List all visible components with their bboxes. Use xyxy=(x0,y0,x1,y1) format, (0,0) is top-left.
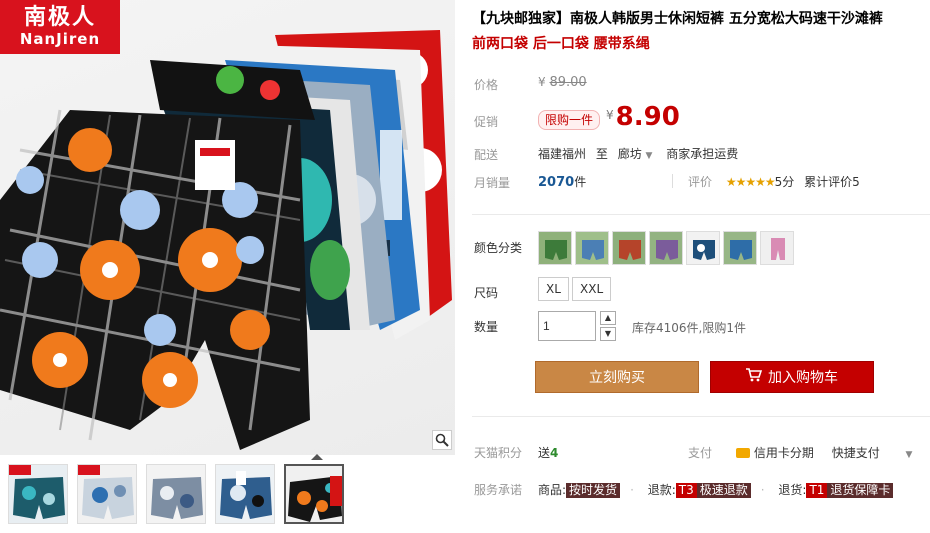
rating-label: 评价 xyxy=(688,175,713,189)
section-divider xyxy=(472,214,930,215)
monthly-sales: 2070件 xyxy=(538,173,586,190)
refund-tier-badge: T3 xyxy=(675,483,697,498)
add-to-cart-button[interactable]: 加入购物车 xyxy=(710,361,874,393)
add-to-cart-label: 加入购物车 xyxy=(768,370,838,386)
star-rating-icon: ★★★★★ xyxy=(725,175,776,189)
sales-label: 月销量 xyxy=(474,176,511,190)
goods-label: 商品: xyxy=(538,483,567,497)
points-info: 送4 xyxy=(538,444,558,461)
fast-refund-tag[interactable]: 极速退款 xyxy=(696,483,751,498)
thumbnail-4[interactable] xyxy=(215,464,275,524)
payment-label: 支付 xyxy=(688,446,713,460)
color-option-5[interactable] xyxy=(686,231,720,265)
refund-label: 退款: xyxy=(647,483,676,497)
shorts-illustration xyxy=(0,30,452,450)
points-text: 送 xyxy=(538,446,551,460)
total-reviews-label: 累计评价 xyxy=(804,175,853,189)
thumbnail-1[interactable] xyxy=(8,464,68,524)
credit-installment[interactable]: 信用卡分期 xyxy=(754,446,814,460)
color-option-1[interactable] xyxy=(538,231,572,265)
color-label: 颜色分类 xyxy=(474,241,523,255)
total-reviews-link[interactable]: 累计评价5 xyxy=(804,175,860,189)
shipping-fee: 商家承担运费 xyxy=(666,147,739,161)
thumbnail-strip xyxy=(0,460,455,530)
return-label: 退货: xyxy=(778,483,807,497)
quantity-decrease-button[interactable]: ▼ xyxy=(600,327,616,341)
thumbnail-5[interactable] xyxy=(284,464,344,524)
stock-info: 库存4106件,限购1件 xyxy=(632,321,746,335)
promo-price: ¥8.90 xyxy=(606,102,680,132)
shipping-info: 福建福州 至 廊坊 ▼ 商家承担运费 xyxy=(538,145,738,162)
original-price-value: 89.00 xyxy=(549,75,587,90)
chevron-down-icon[interactable]: ▼ xyxy=(646,151,653,161)
thumbnail-2[interactable] xyxy=(77,464,137,524)
buy-now-button[interactable]: 立刻购买 xyxy=(535,361,699,393)
logo-text-cn: 南极人 xyxy=(23,5,96,30)
section-divider xyxy=(472,416,930,417)
service-promises: 商品: 按时发货 · 退款: T3 极速退款 · 退货: T1 退货保障卡 xyxy=(538,481,894,498)
size-label: 尺码 xyxy=(474,286,499,300)
quantity-increase-button[interactable]: ▲ xyxy=(600,311,616,325)
buy-now-label: 立刻购买 xyxy=(589,370,645,386)
logo-text-en: NanJiren xyxy=(19,30,101,48)
price-label: 价格 xyxy=(474,78,499,92)
quantity-input[interactable] xyxy=(538,311,596,341)
points-label: 天猫积分 xyxy=(474,446,523,460)
total-reviews-count: 5 xyxy=(852,175,860,189)
brand-logo: 南极人 NanJiren xyxy=(0,0,120,54)
product-info: 【九块邮独家】南极人韩版男士休闲短裤 五分宽松大码速干沙滩裤 前两口袋 后一口袋… xyxy=(472,0,930,533)
quantity-label: 数量 xyxy=(474,320,499,334)
color-option-4[interactable] xyxy=(649,231,683,265)
rating-score: 5分 xyxy=(774,175,795,189)
sales-count: 2070 xyxy=(538,175,575,190)
original-price: ¥ 89.00 xyxy=(538,75,587,90)
promise-label: 服务承诺 xyxy=(474,483,523,497)
rating-summary: 评价 ★★★★★5分 累计评价5 xyxy=(688,173,860,190)
promo-label: 促销 xyxy=(474,115,499,129)
chevron-down-icon[interactable]: ▼ xyxy=(906,450,913,460)
promo-currency-symbol: ¥ xyxy=(606,108,614,122)
separator-dot: · xyxy=(630,483,634,497)
size-option-xxl[interactable]: XXL xyxy=(572,277,612,301)
thumbnail-3[interactable] xyxy=(146,464,206,524)
product-gallery: 南极人 NanJiren xyxy=(0,0,455,533)
color-option-6[interactable] xyxy=(723,231,757,265)
shipping-label: 配送 xyxy=(474,148,499,162)
credit-card-icon xyxy=(735,448,750,458)
return-tier-badge: T1 xyxy=(806,483,828,498)
main-product-image[interactable]: 南极人 NanJiren xyxy=(0,0,455,455)
color-options xyxy=(538,231,797,265)
size-option-xl[interactable]: XL xyxy=(538,277,569,301)
points-value: 4 xyxy=(550,446,559,460)
cart-icon xyxy=(746,368,763,386)
product-title: 【九块邮独家】南极人韩版男士休闲短裤 五分宽松大码速干沙滩裤 xyxy=(472,11,883,27)
currency-symbol: ¥ xyxy=(538,75,546,89)
ship-from: 福建福州 xyxy=(538,147,587,161)
on-time-shipping-tag[interactable]: 按时发货 xyxy=(566,483,621,498)
promo-price-value: 8.90 xyxy=(615,102,680,132)
purchase-limit-badge: 限购一件 xyxy=(538,110,601,130)
quick-pay[interactable]: 快捷支付 xyxy=(832,446,880,460)
magnifier-icon[interactable] xyxy=(432,430,452,450)
ship-destination-select[interactable]: 廊坊 xyxy=(618,147,642,161)
color-option-3[interactable] xyxy=(612,231,646,265)
separator-dot: · xyxy=(760,483,765,497)
color-option-7[interactable] xyxy=(760,231,794,265)
return-guarantee-tag[interactable]: 退货保障卡 xyxy=(827,483,894,498)
color-option-2[interactable] xyxy=(575,231,609,265)
ship-to-word: 至 xyxy=(595,147,608,161)
sales-unit: 件 xyxy=(574,175,587,189)
product-subtitle: 前两口袋 后一口袋 腰带系绳 xyxy=(472,36,650,52)
divider xyxy=(672,174,673,188)
payment-info: 支付 信用卡分期 快捷支付 ▼ xyxy=(688,444,912,461)
